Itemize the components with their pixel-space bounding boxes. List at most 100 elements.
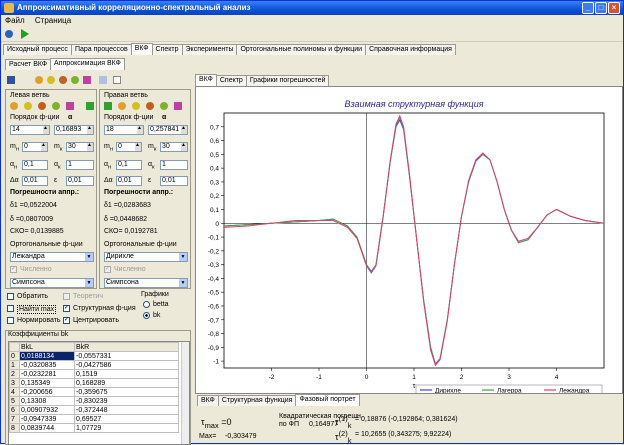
ah-input[interactable]: 0,1	[116, 160, 142, 170]
star2-icon[interactable]	[59, 76, 67, 84]
star3-icon[interactable]	[71, 76, 79, 84]
delta1-value: δ1 =0,0283683	[104, 202, 151, 209]
struct-label: Структурная ф-ция	[73, 305, 136, 312]
orth-func-select[interactable]: Лежандра ▼	[10, 252, 94, 262]
tab-spectrum[interactable]: Спектр	[151, 44, 183, 55]
ak-input[interactable]: 1	[160, 160, 188, 170]
numeric-checkbox[interactable]: ✓	[10, 266, 17, 273]
bk-radio[interactable]	[143, 312, 150, 319]
tab-process-pair[interactable]: Пара процессов	[70, 44, 132, 55]
mk-input[interactable]: 30▲▼	[160, 142, 188, 152]
new-icon[interactable]	[113, 76, 121, 84]
da-label: Δα	[10, 177, 19, 184]
tab-orthogonal[interactable]: Ортогональные полиномы и функции	[236, 44, 367, 55]
da-input[interactable]: 0,01	[116, 176, 142, 186]
theoretic-checkbox[interactable]	[63, 293, 70, 300]
table-row[interactable]: 1 -0,0320835 -0,0427586	[9, 360, 179, 370]
table-row[interactable]: 3 0,135349 0,168289	[9, 378, 179, 388]
x-tick-label: 4	[555, 374, 559, 381]
y-tick-label: 0,4	[210, 166, 219, 173]
arrow-right-icon[interactable]	[86, 102, 94, 110]
plot-frame	[223, 112, 605, 369]
maximize-icon[interactable]: □	[595, 2, 607, 14]
alpha-input[interactable]: 0,257841▲▼	[148, 125, 188, 135]
grid-scrollbar[interactable]	[181, 342, 189, 444]
numeric-checkbox[interactable]: ✓	[104, 266, 111, 273]
menu-file[interactable]: Файл	[1, 16, 29, 25]
tab-vkf-approx[interactable]: Аппроксимация ВКФ	[50, 58, 125, 70]
table-row[interactable]: 6 0,00907932 -0,372448	[9, 405, 179, 415]
order-input[interactable]: 14▲▼	[10, 125, 50, 135]
table-row[interactable]: 5 0,13308 -0,830239	[9, 396, 179, 406]
da-input[interactable]: 0,01	[22, 176, 48, 186]
tau-k1-label: τ(1)k	[335, 414, 352, 430]
x-tick-label: 1	[412, 374, 416, 381]
alpha-input[interactable]: 0,16893▲▼	[54, 125, 94, 135]
menu-bar: Файл Страница	[1, 15, 623, 26]
bar-icon[interactable]	[83, 76, 91, 84]
star2-icon[interactable]	[38, 102, 46, 110]
calc-icon[interactable]	[118, 102, 126, 110]
find-max-checkbox[interactable]	[7, 305, 14, 312]
mh-input[interactable]: 0▲▼	[22, 142, 48, 152]
invert-checkbox[interactable]	[7, 293, 14, 300]
coef-table: BkL BkR 0 0,0188134 -0,0557331 1 -0,0320835…	[9, 342, 179, 433]
orth-func-select[interactable]: Дирихле ▼	[104, 252, 188, 262]
tab-source-process[interactable]: Исходный процесс	[3, 44, 72, 55]
table-row[interactable]: 7 -0,0947339 0,69527	[9, 414, 179, 424]
calc-icon[interactable]	[35, 76, 43, 84]
main-tabs: Исходный процесс Пара процессов ВКФ Спек…	[3, 43, 456, 55]
max-label: Max=	[199, 433, 217, 440]
y-tick-label: 0,1	[210, 207, 219, 214]
mk-input[interactable]: 30▲▼	[66, 142, 94, 152]
star2-icon[interactable]	[146, 102, 154, 110]
tab-vkf-calc[interactable]: Расчет ВКФ	[5, 59, 52, 70]
star3-icon[interactable]	[160, 102, 168, 110]
bar-icon[interactable]	[66, 102, 74, 110]
bar-icon[interactable]	[174, 102, 182, 110]
normalize-checkbox[interactable]	[7, 317, 14, 324]
tab-bottom-phase[interactable]: Фазовый портрет	[295, 394, 360, 406]
star3-icon[interactable]	[52, 102, 60, 110]
close-icon[interactable]: ×	[608, 2, 620, 14]
save-icon[interactable]	[7, 76, 15, 84]
tab-chart-spectrum[interactable]: Спектр	[215, 75, 247, 86]
doc-icon[interactable]	[99, 76, 107, 84]
center-checkbox[interactable]: ✓	[63, 317, 70, 324]
eps-input[interactable]: 0,01	[160, 176, 188, 186]
info-icon[interactable]	[5, 30, 13, 38]
order-input[interactable]: 18▲▼	[104, 125, 144, 135]
tab-chart-errors[interactable]: Графики погрешностей	[245, 75, 330, 86]
calc-icon[interactable]	[10, 102, 18, 110]
method-select[interactable]: Симпсона ▼	[10, 278, 94, 288]
minimize-icon[interactable]: _	[582, 2, 594, 14]
tab-bottom-vkf[interactable]: ВКФ	[197, 395, 219, 406]
tab-chart-vkf[interactable]: ВКФ	[195, 74, 217, 86]
betta-radio[interactable]	[143, 301, 150, 308]
struct-checkbox[interactable]: ✓	[63, 305, 70, 312]
menu-page[interactable]: Страница	[31, 16, 75, 25]
tab-bottom-struct[interactable]: Структурная функция	[217, 395, 297, 406]
y-tick-label: 0,6	[210, 138, 219, 145]
eps-input[interactable]: 0,01	[66, 176, 94, 186]
ak-input[interactable]: 1	[66, 160, 94, 170]
mh-input[interactable]: 0▲▼	[116, 142, 142, 152]
table-row[interactable]: 4 -0,200656 -0,359675	[9, 387, 179, 397]
arrow-left-icon[interactable]	[104, 102, 112, 110]
run-icon[interactable]	[21, 29, 29, 39]
star-icon[interactable]	[132, 102, 140, 110]
cko-value: СКО= 0,0139885	[10, 228, 64, 235]
tab-experiments[interactable]: Эксперименты	[181, 44, 238, 55]
x-tick-label: -1	[316, 374, 322, 381]
method-select[interactable]: Симпсона ▼	[104, 278, 188, 288]
tab-vkf[interactable]: ВКФ	[130, 43, 153, 55]
table-row[interactable]: 0 0,0188134 -0,0557331	[9, 351, 179, 361]
table-row[interactable]: 2 -0,0232281 0,1519	[9, 369, 179, 379]
table-row[interactable]: 8 0,0839744 1,07729	[9, 423, 179, 433]
tab-reference[interactable]: Справочная информация	[365, 44, 456, 55]
left-branch-panel: Левая ветвь Порядок ф-ции α 14▲▼ 0,16893…	[5, 89, 97, 289]
ah-input[interactable]: 0,1	[22, 160, 48, 170]
star-icon[interactable]	[24, 102, 32, 110]
coef-grid[interactable]: BkL BkR 0 0,0188134 -0,0557331 1 -0,0320835…	[8, 341, 190, 445]
star-icon[interactable]	[47, 76, 55, 84]
